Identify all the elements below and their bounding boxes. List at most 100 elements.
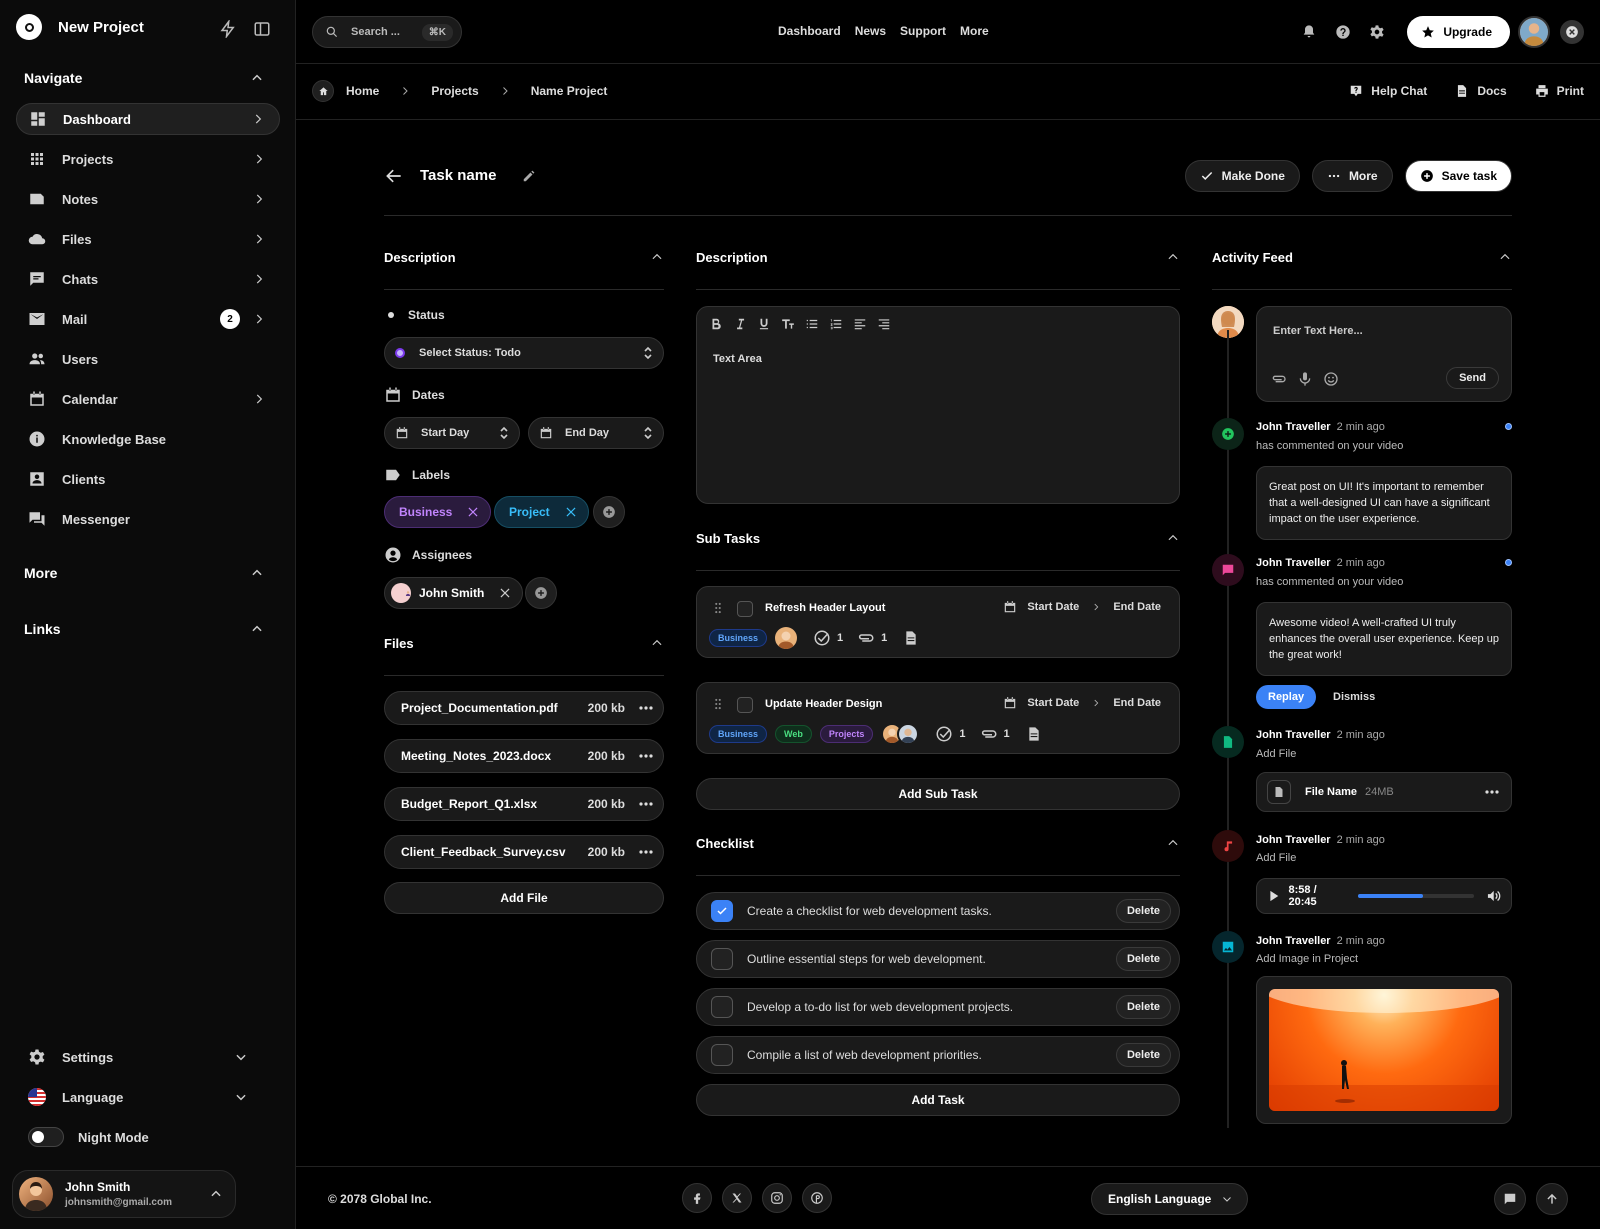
sidebar-item-mail[interactable]: Mail 2 <box>16 303 280 335</box>
file-row[interactable]: Budget_Report_Q1.xlsx 200 kb <box>384 787 664 821</box>
more-button[interactable]: More <box>1311 160 1393 192</box>
more-dots-icon[interactable] <box>1485 790 1499 794</box>
align-right-icon[interactable] <box>877 317 891 331</box>
add-label-button[interactable] <box>593 496 625 528</box>
night-mode-toggle[interactable] <box>28 1127 64 1147</box>
search-input[interactable]: Search ... ⌘K <box>312 16 462 48</box>
bold-icon[interactable] <box>709 317 723 331</box>
document-icon[interactable] <box>1026 726 1042 742</box>
x-twitter-button[interactable] <box>722 1183 752 1213</box>
sidebar-item-projects[interactable]: Projects <box>16 143 280 175</box>
lightning-icon[interactable] <box>219 20 237 38</box>
top-nav-more[interactable]: More <box>960 24 989 38</box>
facebook-button[interactable] <box>682 1183 712 1213</box>
save-task-button[interactable]: Save task <box>1404 160 1512 192</box>
back-arrow-icon[interactable] <box>384 166 404 186</box>
language-menu[interactable]: Language <box>28 1088 248 1106</box>
replay-button[interactable]: Replay <box>1256 685 1317 709</box>
pencil-icon[interactable] <box>522 169 536 183</box>
help-icon[interactable] <box>1335 24 1351 40</box>
end-day-select[interactable]: End Day <box>528 417 664 449</box>
home-button[interactable] <box>312 80 334 102</box>
pinterest-button[interactable] <box>802 1183 832 1213</box>
subtask-dates[interactable]: Start Date End Date <box>1003 696 1161 710</box>
sidebar-item-calendar[interactable]: Calendar <box>16 383 280 415</box>
audio-progress-bar[interactable] <box>1357 894 1474 898</box>
subtasks-section-header[interactable]: Sub Tasks <box>696 531 1180 571</box>
upgrade-button[interactable]: Upgrade <box>1407 16 1510 48</box>
close-icon[interactable] <box>564 505 578 519</box>
checklist-checkbox[interactable] <box>711 996 733 1018</box>
numbered-list-icon[interactable] <box>829 317 843 331</box>
sidebar-toggle-icon[interactable] <box>253 20 271 38</box>
checklist-checkbox[interactable] <box>711 900 733 922</box>
checklist-checkbox[interactable] <box>711 948 733 970</box>
subtask-dates[interactable]: Start Date End Date <box>1003 600 1161 614</box>
volume-icon[interactable] <box>1486 888 1501 904</box>
breadcrumb-projects[interactable]: Projects <box>431 84 478 98</box>
close-icon[interactable] <box>498 586 512 600</box>
file-attachment-card[interactable]: File Name 24MB <box>1256 772 1512 812</box>
description-section-header[interactable]: Description <box>384 250 664 290</box>
top-nav-dashboard[interactable]: Dashboard <box>778 24 841 38</box>
status-select[interactable]: Select Status: Todo <box>384 337 664 369</box>
drag-handle-icon[interactable] <box>711 601 725 615</box>
delete-button[interactable]: Delete <box>1115 995 1171 1019</box>
delete-button[interactable]: Delete <box>1115 899 1171 923</box>
more-dots-icon[interactable] <box>639 706 653 710</box>
align-left-icon[interactable] <box>853 317 867 331</box>
files-section-header[interactable]: Files <box>384 636 664 676</box>
subtask-checkbox[interactable] <box>737 601 753 617</box>
top-nav-support[interactable]: Support <box>900 24 946 38</box>
docs-button[interactable]: Docs <box>1455 84 1507 98</box>
sidebar-item-users[interactable]: Users <box>16 343 280 375</box>
underline-icon[interactable] <box>757 317 771 331</box>
dismiss-button[interactable]: Dismiss <box>1333 691 1375 703</box>
help-chat-button[interactable]: Help Chat <box>1349 84 1427 98</box>
file-row[interactable]: Project_Documentation.pdf 200 kb <box>384 691 664 725</box>
image-attachment-card[interactable] <box>1256 976 1512 1124</box>
checklist-checkbox[interactable] <box>711 1044 733 1066</box>
file-row[interactable]: Meeting_Notes_2023.docx 200 kb <box>384 739 664 773</box>
sidebar-item-dashboard[interactable]: Dashboard <box>16 103 280 135</box>
add-assignee-button[interactable] <box>525 577 557 609</box>
close-icon[interactable] <box>466 505 480 519</box>
bell-icon[interactable] <box>1301 24 1317 40</box>
checklist-section-header[interactable]: Checklist <box>696 836 1180 876</box>
add-file-button[interactable]: Add File <box>384 882 664 914</box>
settings-menu[interactable]: Settings <box>28 1048 248 1066</box>
breadcrumb-home[interactable]: Home <box>346 84 379 98</box>
top-nav-news[interactable]: News <box>855 24 886 38</box>
instagram-button[interactable] <box>762 1183 792 1213</box>
avatar[interactable] <box>1518 16 1550 48</box>
make-done-button[interactable]: Make Done <box>1184 160 1300 192</box>
activity-feed-header[interactable]: Activity Feed <box>1212 250 1512 290</box>
send-button[interactable]: Send <box>1446 367 1499 389</box>
more-section-toggle[interactable]: More <box>24 565 264 581</box>
sidebar-item-clients[interactable]: Clients <box>16 463 280 495</box>
emoji-icon[interactable] <box>1323 371 1339 387</box>
links-section-toggle[interactable]: Links <box>24 621 264 637</box>
navigate-section-toggle[interactable]: Navigate <box>24 70 264 86</box>
sidebar-item-notes[interactable]: Notes <box>16 183 280 215</box>
close-button[interactable] <box>1560 20 1584 44</box>
more-dots-icon[interactable] <box>639 802 653 806</box>
document-icon[interactable] <box>903 630 919 646</box>
breadcrumb-current[interactable]: Name Project <box>531 84 608 98</box>
bullet-list-icon[interactable] <box>805 317 819 331</box>
microphone-icon[interactable] <box>1297 371 1313 387</box>
scroll-top-button[interactable] <box>1536 1183 1568 1215</box>
description-editor[interactable]: Text Area <box>696 306 1180 504</box>
attachment-icon[interactable] <box>1271 371 1287 387</box>
description-section-header[interactable]: Description <box>696 250 1180 290</box>
add-task-button[interactable]: Add Task <box>696 1084 1180 1116</box>
more-dots-icon[interactable] <box>639 850 653 854</box>
sidebar-item-knowledge-base[interactable]: Knowledge Base <box>16 423 280 455</box>
text-size-icon[interactable] <box>781 317 795 331</box>
brand[interactable]: New Project <box>16 14 144 40</box>
user-card[interactable]: John Smith johnsmith@gmail.com <box>12 1170 236 1218</box>
delete-button[interactable]: Delete <box>1115 947 1171 971</box>
gear-icon[interactable] <box>1369 24 1385 40</box>
chat-button[interactable] <box>1494 1183 1526 1215</box>
start-day-select[interactable]: Start Day <box>384 417 520 449</box>
